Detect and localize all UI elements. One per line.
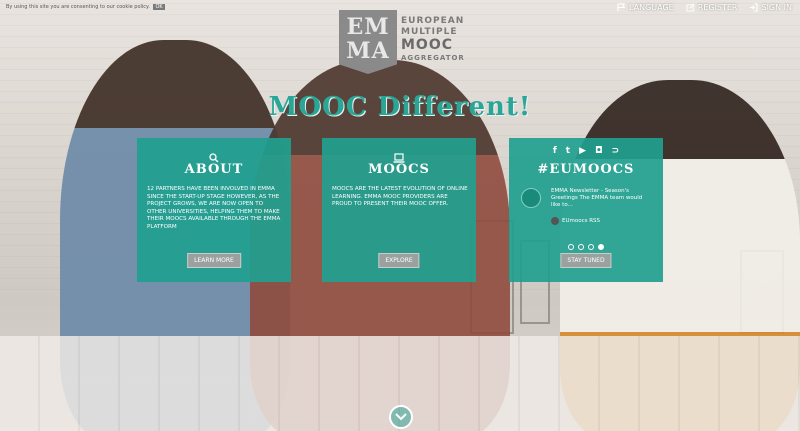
cookie-text: By using this site you are consenting to…	[6, 4, 150, 10]
language-label: LANGUAGE	[628, 3, 674, 12]
logo-word-mooc: MOOC	[401, 37, 454, 53]
eumoocs-title: #EUMOOCS	[537, 162, 635, 177]
youtube-icon[interactable]: ▶	[579, 146, 586, 156]
stay-tuned-button[interactable]: STAY TUNED	[560, 253, 612, 268]
chevron-down-icon	[395, 413, 407, 421]
language-link[interactable]: LANGUAGE	[617, 3, 674, 12]
carousel-dots	[509, 244, 663, 250]
logo-word-aggregator: AGGREGATOR	[401, 54, 465, 62]
logo-badge-line1: EM	[346, 14, 390, 40]
social-links: f t ▶ ◘ ⊃	[509, 146, 663, 156]
moocs-title: MOOCS	[368, 162, 430, 177]
facebook-icon[interactable]: f	[553, 146, 557, 156]
rss-icon[interactable]: ⊃	[612, 146, 620, 156]
about-title: ABOUT	[184, 162, 244, 177]
page-headline: MOOC Different!	[268, 92, 532, 122]
flickr-icon[interactable]: ◘	[595, 146, 603, 156]
about-text: 12 partners have been involved in EMMA s…	[147, 186, 281, 230]
scroll-down-button[interactable]	[389, 405, 413, 429]
carousel-dot[interactable]	[568, 244, 574, 250]
signin-icon	[750, 3, 759, 12]
logo-word-european: EUROPEAN	[401, 16, 465, 26]
feed-source-label: EUmoocs RSS	[562, 217, 601, 224]
logo-wordmark: EUROPEAN MULTIPLE MOOC AGGREGATOR	[401, 16, 465, 74]
top-navigation: LANGUAGE REGISTER SIGN IN	[617, 3, 792, 12]
signin-link[interactable]: SIGN IN	[749, 3, 792, 12]
avatar	[521, 188, 541, 208]
edit-icon	[686, 3, 695, 12]
moocs-text: MOOCs are the latest evolution of online…	[332, 186, 468, 208]
learn-more-button[interactable]: LEARN MORE	[187, 253, 241, 268]
logo-badge: EM MA	[339, 10, 397, 74]
rss-feed-icon	[551, 217, 559, 225]
register-label: REGISTER	[697, 3, 738, 12]
feed-text: EMMA Newsletter - Season's Greetings The…	[551, 188, 643, 208]
emma-logo[interactable]: EM MA EUROPEAN MULTIPLE MOOC AGGREGATOR	[339, 10, 465, 74]
carousel-dot[interactable]	[588, 244, 594, 250]
carousel-dot[interactable]	[578, 244, 584, 250]
cookie-ok-button[interactable]: OK	[153, 4, 165, 10]
feed-source: EUmoocs RSS	[551, 217, 653, 225]
register-link[interactable]: REGISTER	[686, 3, 738, 12]
carousel-dot-active[interactable]	[598, 244, 604, 250]
logo-badge-line2: MA	[346, 38, 390, 64]
feed-item[interactable]: EMMA Newsletter - Season's Greetings The…	[521, 188, 653, 225]
explore-button[interactable]: EXPLORE	[378, 253, 420, 268]
moocs-panel: MOOCS MOOCs are the latest evolution of …	[322, 138, 476, 282]
signin-label: SIGN IN	[761, 3, 792, 12]
about-panel: ABOUT 12 partners have been involved in …	[137, 138, 291, 282]
cookie-notice: By using this site you are consenting to…	[6, 4, 165, 10]
flag-icon	[617, 3, 626, 12]
eumoocs-panel: f t ▶ ◘ ⊃ #EUMOOCS EMMA Newsletter - Sea…	[509, 138, 663, 282]
twitter-icon[interactable]: t	[566, 146, 570, 156]
